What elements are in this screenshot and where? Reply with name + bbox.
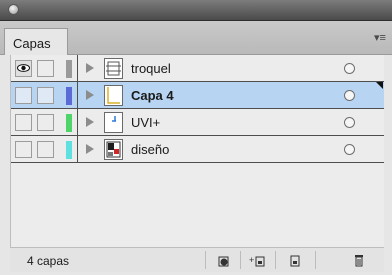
expand-triangle-icon[interactable] [86,63,94,73]
target-circle-icon[interactable] [344,144,355,155]
layer-row-capa-4[interactable]: Capa 4 [11,82,385,109]
layers-panel: Capas ▾≡ troquel Capa 4 UVI+ diseño 4 ca… [0,0,392,275]
layer-thumbnail [104,139,123,160]
divider [77,55,78,82]
layer-name[interactable]: Capa 4 [131,88,174,103]
make-clipping-mask-icon[interactable] [210,251,236,270]
expand-triangle-icon[interactable] [86,144,94,154]
layer-row-uvi[interactable]: UVI+ [11,109,385,136]
visibility-toggle[interactable] [15,141,32,158]
expand-triangle-icon[interactable] [86,117,94,127]
divider [240,251,241,269]
layer-color-bar [66,60,72,78]
lock-toggle[interactable] [37,114,54,131]
layer-row-troquel[interactable]: troquel [11,55,385,82]
create-sublayer-icon[interactable]: + [245,251,271,270]
panel-title-bar[interactable] [0,0,392,21]
target-circle-icon[interactable] [344,117,355,128]
layer-name[interactable]: diseño [131,142,169,157]
svg-text:+: + [249,255,254,265]
expand-triangle-icon[interactable] [86,90,94,100]
divider [275,251,276,269]
panel-footer: 4 capas + [10,247,384,272]
layer-thumbnail [104,58,123,79]
layer-row-diseno[interactable]: diseño [11,136,385,163]
scrollbar-track[interactable] [384,55,392,271]
selection-indicator-icon [376,82,383,89]
layer-color-bar [66,87,72,105]
visibility-toggle[interactable] [15,60,32,77]
layer-name[interactable]: UVI+ [131,115,160,130]
lock-toggle[interactable] [37,141,54,158]
layer-count: 4 capas [27,254,70,268]
layers-list: troquel Capa 4 UVI+ diseño [10,55,385,247]
tab-strip: Capas ▾≡ [0,21,392,55]
visibility-toggle[interactable] [15,87,32,104]
trash-icon[interactable] [346,251,372,270]
divider [77,109,78,136]
layer-color-bar [66,114,72,132]
panel-menu-icon[interactable]: ▾≡ [374,32,386,44]
create-new-layer-icon[interactable] [282,251,308,270]
visibility-toggle[interactable] [15,114,32,131]
target-circle-icon[interactable] [344,90,355,101]
layer-name[interactable]: troquel [131,61,171,76]
tab-capas[interactable]: Capas [4,28,68,55]
eye-icon [17,64,30,72]
layer-thumbnail [104,112,123,133]
close-icon[interactable] [8,4,19,15]
lock-toggle[interactable] [37,87,54,104]
divider [77,82,78,109]
divider [77,136,78,163]
divider [315,251,316,269]
divider [205,251,206,269]
lock-toggle[interactable] [37,60,54,77]
layer-color-bar [66,141,72,159]
layer-thumbnail [104,85,123,106]
target-circle-icon[interactable] [344,63,355,74]
